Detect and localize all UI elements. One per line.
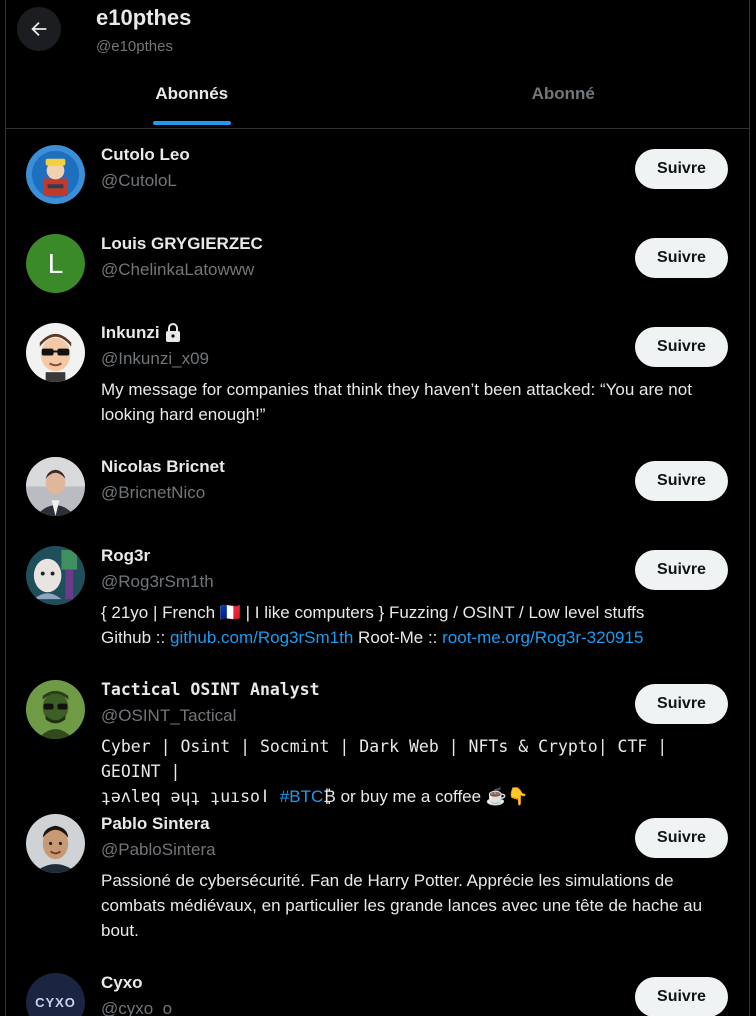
- user-name: Inkunzi: [101, 323, 182, 343]
- bio-text: Github ::: [101, 628, 170, 647]
- avatar[interactable]: CYXO: [26, 973, 85, 1016]
- user-handle: @BricnetNico: [101, 483, 206, 502]
- tab-label: Abonné: [531, 84, 595, 103]
- user-handle: @Inkunzi_x09: [101, 349, 209, 368]
- user-handle: @cyxo_o: [101, 999, 173, 1016]
- follow-button[interactable]: Suivre: [635, 327, 728, 367]
- avatar[interactable]: [26, 814, 85, 873]
- bio-line: ʇǝʌlɐq ǝɥʇ ʇuısoǀ #BTC₿ or buy me a coff…: [101, 784, 736, 809]
- tab-abonne[interactable]: Abonné: [378, 66, 750, 128]
- user-name: Nicolas Bricnet: [101, 457, 225, 476]
- avatar-letter: L: [47, 247, 64, 279]
- user-name: Cyxo: [101, 973, 143, 992]
- profile-header: e10pthes @e10pthes: [6, 0, 749, 60]
- avatar[interactable]: [26, 680, 85, 739]
- bio-text: Root-Me ::: [353, 628, 443, 647]
- bio-link-github[interactable]: github.com/Rog3rSm1th: [170, 628, 353, 647]
- user-bio: { 21yo | French 🇫🇷 | I like computers } …: [101, 600, 736, 650]
- user-bio: Passioné de cybersécurité. Fan de Harry …: [101, 871, 703, 940]
- bio-link-rootme[interactable]: root-me.org/Rog3r-320915: [442, 628, 643, 647]
- follow-button[interactable]: Suivre: [635, 684, 728, 724]
- follow-button[interactable]: Suivre: [635, 550, 728, 590]
- avatar[interactable]: [26, 323, 85, 382]
- user-name: Rog3r: [101, 546, 151, 565]
- user-name-text: Inkunzi: [101, 323, 160, 342]
- follow-button[interactable]: Suivre: [635, 977, 728, 1016]
- bio-line: Cyber | Osint | Socmint | Dark Web | NFT…: [101, 737, 668, 781]
- lock-icon: [165, 323, 180, 342]
- user-name: Cutolo Leo: [101, 145, 190, 164]
- bio-text: ʇǝʌlɐq ǝɥʇ ʇuısoǀ: [101, 787, 280, 806]
- profile-handle: @e10pthes: [96, 38, 173, 55]
- user-name: Tactical OSINT Analyst: [101, 680, 320, 699]
- back-button[interactable]: [17, 7, 61, 51]
- active-tab-indicator: [152, 121, 231, 125]
- user-handle: @Rog3rSm1th: [101, 572, 214, 591]
- avatar[interactable]: L: [26, 234, 85, 293]
- follow-button[interactable]: Suivre: [635, 149, 728, 189]
- user-name: Louis GRYGIERZEC: [101, 234, 263, 253]
- user-handle: @CutoloL: [101, 171, 177, 190]
- tab-bar: Abonnés Abonné: [6, 66, 749, 129]
- follow-button[interactable]: Suivre: [635, 461, 728, 501]
- user-handle: @OSINT_Tactical: [101, 706, 237, 725]
- bio-line: Github :: github.com/Rog3rSm1th Root-Me …: [101, 625, 736, 650]
- user-name: Pablo Sintera: [101, 814, 210, 833]
- profile-name: e10pthes: [96, 5, 192, 30]
- avatar-logo-text: CYXO: [35, 995, 76, 1010]
- tab-abonnes[interactable]: Abonnés: [6, 66, 378, 128]
- avatar[interactable]: [26, 546, 85, 605]
- followers-page: e10pthes @e10pthes Abonnés Abonné Cutolo…: [5, 0, 750, 1016]
- user-handle: @PabloSintera: [101, 840, 216, 859]
- avatar[interactable]: [26, 145, 85, 204]
- user-bio: My message for companies that think they…: [101, 380, 692, 424]
- bio-hashtag-btc[interactable]: #BTC: [280, 787, 323, 806]
- bio-text: ₿ or buy me a coffee ☕👇: [323, 787, 529, 806]
- user-bio: Cyber | Osint | Socmint | Dark Web | NFT…: [101, 734, 736, 809]
- bio-line: { 21yo | French 🇫🇷 | I like computers } …: [101, 603, 645, 622]
- user-handle: @ChelinkaLatowww: [101, 260, 255, 279]
- avatar[interactable]: [26, 457, 85, 516]
- follow-button[interactable]: Suivre: [635, 818, 728, 858]
- follow-button[interactable]: Suivre: [635, 238, 728, 278]
- arrow-left-icon: [31, 21, 47, 37]
